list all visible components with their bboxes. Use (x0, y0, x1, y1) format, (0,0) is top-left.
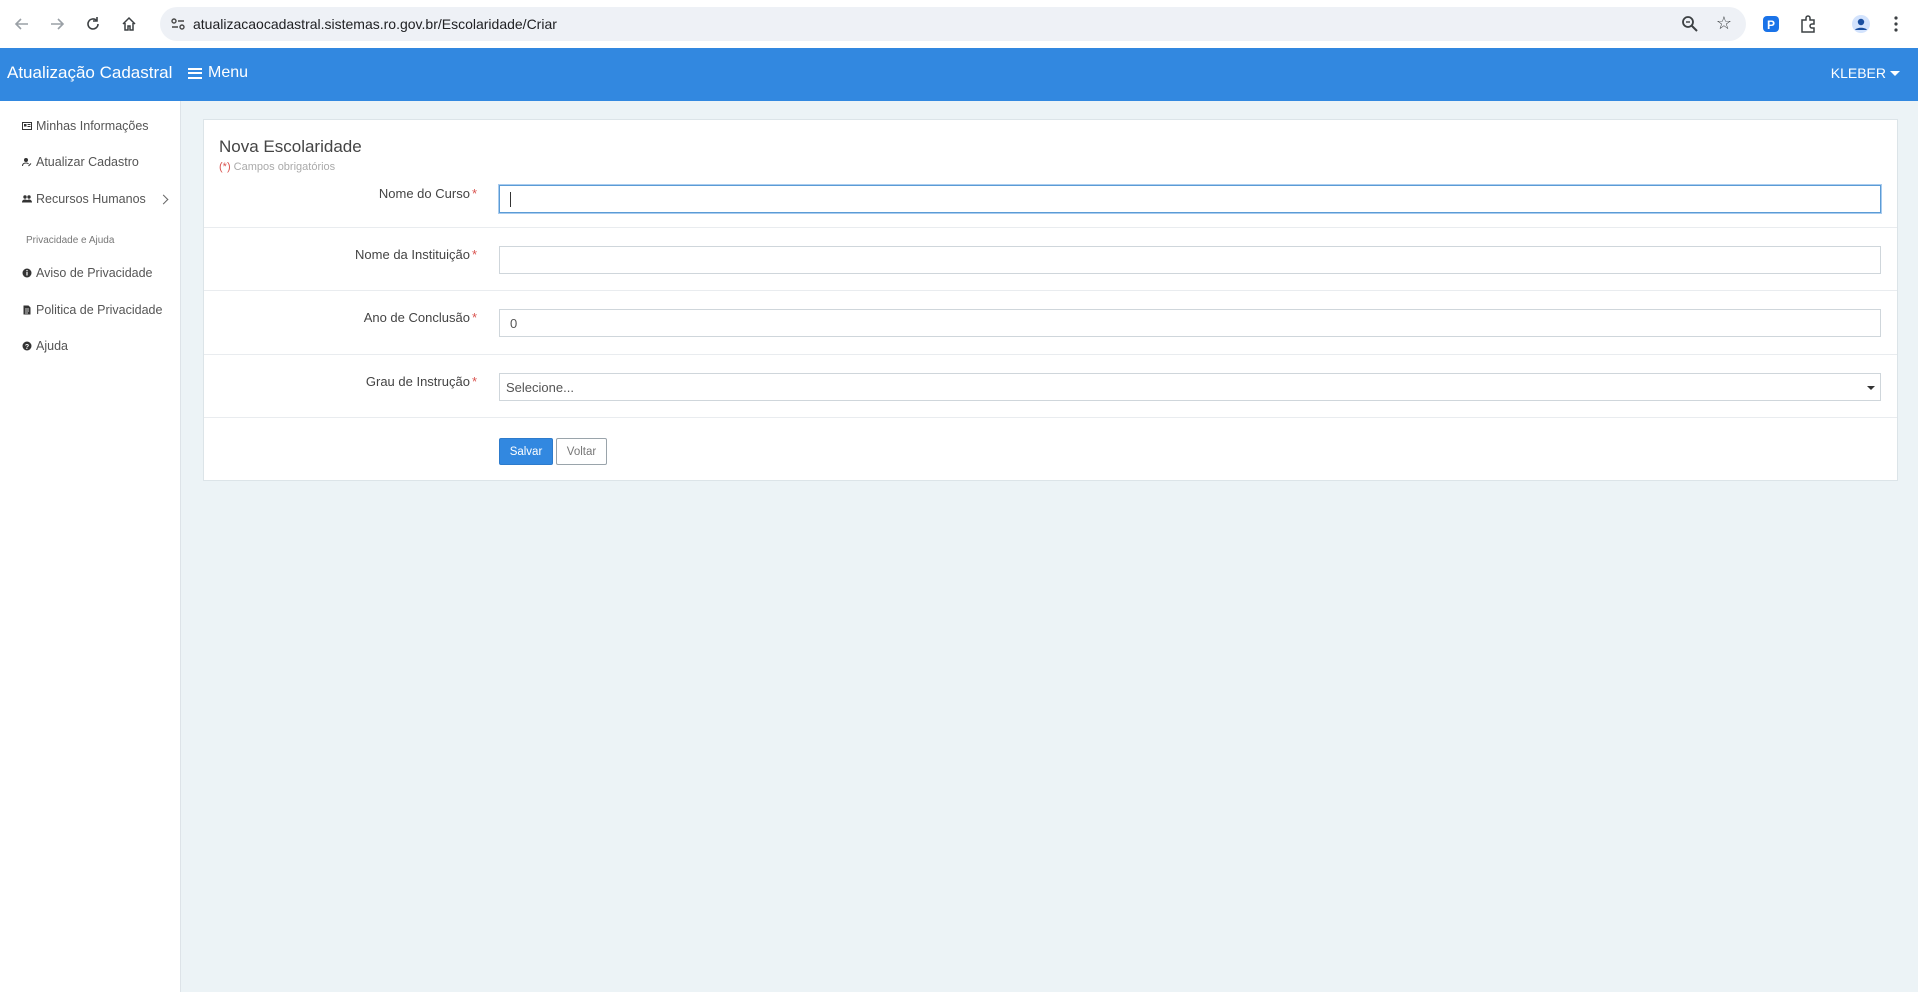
svg-text:?: ? (25, 344, 29, 351)
sidebar-item-label: Minhas Informações (36, 119, 149, 133)
sidebar-item-atualizar-cadastro[interactable]: Atualizar Cadastro (22, 155, 139, 169)
caret-down-icon (1890, 70, 1900, 76)
nome-curso-input[interactable] (499, 185, 1881, 213)
sidebar-item-label: Ajuda (36, 339, 68, 353)
field-label-nome-instituicao: Nome da Instituição * (355, 247, 477, 262)
forward-icon[interactable] (43, 10, 71, 38)
browser-menu-icon[interactable] (1883, 11, 1909, 37)
grau-instrucao-select[interactable]: Selecione... (499, 373, 1881, 401)
form-row-grau-instrucao: Grau de Instrução * Selecione... (204, 355, 1897, 418)
form-row-ano-conclusao: Ano de Conclusão * 0 (204, 291, 1897, 355)
file-icon (22, 305, 32, 315)
back-icon[interactable] (8, 10, 36, 38)
ano-conclusao-input[interactable]: 0 (499, 309, 1881, 337)
info-circle-icon (22, 268, 32, 278)
home-icon[interactable] (115, 10, 143, 38)
profile-avatar-icon[interactable] (1848, 11, 1874, 37)
sidebar-item-minhas-informacoes[interactable]: Minhas Informações (22, 119, 149, 133)
field-label-ano-conclusao: Ano de Conclusão * (363, 310, 477, 325)
users-icon (22, 194, 32, 204)
app-header: Atualização Cadastral Menu KLEBER (0, 48, 1918, 101)
question-circle-icon: ? (22, 341, 32, 351)
text-cursor (510, 191, 511, 207)
required-note-text: Campos obrigatórios (233, 161, 336, 173)
sidebar-item-label: Atualizar Cadastro (36, 155, 139, 169)
id-card-icon (22, 121, 32, 131)
site-settings-icon[interactable] (170, 16, 186, 32)
form-row-nome-curso: Nome do Curso * (204, 176, 1897, 228)
user-name: KLEBER (1830, 65, 1886, 81)
sidebar-item-politica-privacidade[interactable]: Politica de Privacidade (22, 303, 162, 317)
user-menu[interactable]: KLEBER (1831, 65, 1900, 81)
brand-title[interactable]: Atualização Cadastral (7, 63, 172, 83)
zoom-icon[interactable] (1680, 14, 1700, 34)
save-button[interactable]: Salvar (499, 438, 553, 465)
chevron-right-icon (158, 194, 169, 204)
select-caret-icon (1867, 386, 1875, 390)
reload-icon[interactable] (79, 10, 107, 38)
field-label-nome-curso: Nome do Curso * (378, 186, 477, 201)
menu-label: Menu (208, 64, 249, 81)
required-marker: (*) (219, 161, 231, 173)
sidebar-section-heading: Privacidade e Ajuda (26, 235, 115, 246)
extension-icon[interactable]: P (1758, 11, 1784, 37)
user-edit-icon (22, 157, 32, 167)
url-text: atualizacaocadastral.sistemas.ro.gov.br/… (193, 16, 557, 32)
sidebar-item-label: Politica de Privacidade (36, 303, 163, 317)
form-row-nome-instituicao: Nome da Instituição * (204, 228, 1897, 291)
extensions-puzzle-icon[interactable] (1795, 11, 1821, 37)
menu-toggle-button[interactable]: Menu (188, 64, 248, 82)
nome-instituicao-input[interactable] (499, 246, 1881, 274)
back-button[interactable]: Voltar (556, 438, 607, 465)
address-bar[interactable]: atualizacaocadastral.sistemas.ro.gov.br/… (160, 7, 1746, 41)
form-card: Nova Escolaridade (*) Campos obrigatório… (203, 119, 1898, 481)
sidebar-item-aviso-privacidade[interactable]: Aviso de Privacidade (22, 266, 153, 280)
sidebar-item-label: Recursos Humanos (36, 192, 146, 206)
sidebar: Minhas Informações Atualizar Cadastro Re… (0, 101, 181, 992)
svg-text:P: P (1767, 18, 1775, 32)
page-title: Nova Escolaridade (219, 137, 362, 156)
sidebar-item-label: Aviso de Privacidade (36, 266, 153, 280)
browser-toolbar: atualizacaocadastral.sistemas.ro.gov.br/… (0, 0, 1918, 48)
field-label-grau-instrucao: Grau de Instrução * (365, 374, 477, 389)
sidebar-item-ajuda[interactable]: ? Ajuda (22, 339, 68, 353)
sidebar-item-recursos-humanos[interactable]: Recursos Humanos (22, 192, 169, 206)
hamburger-icon (188, 67, 202, 79)
required-note: (*) Campos obrigatórios (219, 161, 335, 173)
bookmark-star-icon[interactable]: ☆ (1716, 13, 1732, 34)
